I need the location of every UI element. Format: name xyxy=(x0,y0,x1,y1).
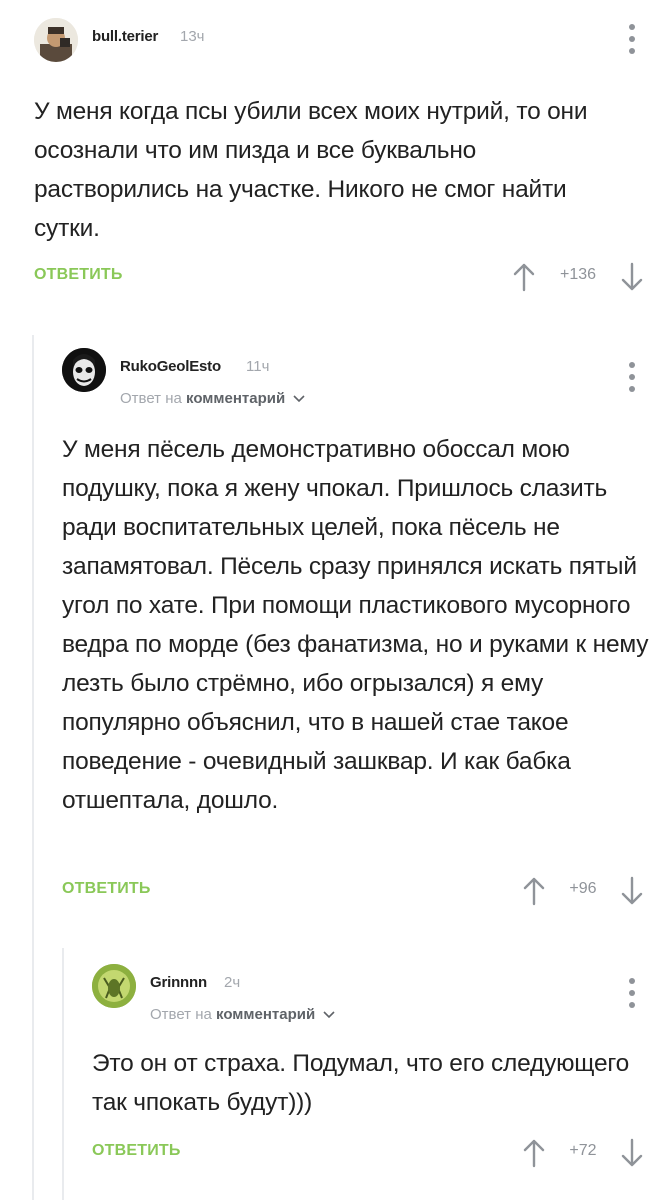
reply-to-prefix: Ответ на xyxy=(120,390,182,407)
comment-header: Grinnnn 2ч Ответ на комментарий xyxy=(92,964,654,1023)
more-vertical-icon[interactable] xyxy=(622,978,642,1008)
more-vertical-icon[interactable] xyxy=(622,24,642,54)
reply-to-link[interactable]: Ответ на комментарий xyxy=(120,390,305,407)
reply-to-prefix: Ответ на xyxy=(150,1006,212,1023)
comment-3: Grinnnn 2ч Ответ на комментарий Это он о… xyxy=(92,964,654,1184)
chevron-down-icon xyxy=(323,1011,335,1019)
comment-1: bull.terier 13ч У меня когда псы убили в… xyxy=(34,18,654,308)
thread-line-level-1 xyxy=(32,335,34,1200)
arrow-down-icon[interactable] xyxy=(620,262,644,292)
comment-2: RukoGeolEsto 11ч Ответ на комментарий У … xyxy=(62,348,654,918)
rating-value: +96 xyxy=(569,880,597,897)
chevron-down-icon xyxy=(293,395,305,403)
comment-time: 2ч xyxy=(224,974,241,991)
username[interactable]: bull.terier xyxy=(92,28,158,45)
reply-button[interactable]: ОТВЕТИТЬ xyxy=(92,1142,181,1160)
rating-value: +72 xyxy=(569,1142,597,1159)
thread-line-level-2 xyxy=(62,948,64,1200)
rating-value: +136 xyxy=(559,266,597,283)
avatar[interactable] xyxy=(62,348,106,392)
reply-button[interactable]: ОТВЕТИТЬ xyxy=(62,880,151,898)
comment-thread: bull.terier 13ч У меня когда псы убили в… xyxy=(0,0,671,1200)
comment-text: У меня когда псы убили всех моих нутрий,… xyxy=(34,98,588,242)
username[interactable]: RukoGeolEsto xyxy=(120,358,221,375)
arrow-down-icon[interactable] xyxy=(620,876,644,906)
arrow-up-icon[interactable] xyxy=(522,876,546,906)
avatar-image xyxy=(62,348,106,392)
comment-header: bull.terier 13ч xyxy=(34,18,654,68)
arrow-up-icon[interactable] xyxy=(512,262,536,292)
reply-to-link[interactable]: Ответ на комментарий xyxy=(150,1006,335,1023)
comment-actions: ОТВЕТИТЬ +96 xyxy=(62,876,654,906)
comment-actions: ОТВЕТИТЬ +136 xyxy=(34,262,654,292)
comment-time: 11ч xyxy=(246,358,270,375)
avatar[interactable] xyxy=(34,18,78,62)
reply-button[interactable]: ОТВЕТИТЬ xyxy=(34,266,123,284)
avatar-image xyxy=(92,964,136,1008)
arrow-up-icon[interactable] xyxy=(522,1138,546,1168)
username[interactable]: Grinnnn xyxy=(150,974,207,991)
comment-text: У меня пёсель демонстративно обоссал мою… xyxy=(62,436,649,814)
arrow-down-icon[interactable] xyxy=(620,1138,644,1168)
avatar[interactable] xyxy=(92,964,136,1008)
comment-actions: ОТВЕТИТЬ +72 xyxy=(92,1138,654,1168)
more-vertical-icon[interactable] xyxy=(622,362,642,392)
comment-text: Это он от страха. Подумал, что его следу… xyxy=(92,1050,630,1116)
reply-to-target: комментарий xyxy=(216,1006,316,1023)
avatar-image xyxy=(34,18,78,62)
comment-header: RukoGeolEsto 11ч Ответ на комментарий xyxy=(62,348,654,407)
reply-to-target: комментарий xyxy=(186,390,286,407)
comment-time: 13ч xyxy=(180,28,205,45)
